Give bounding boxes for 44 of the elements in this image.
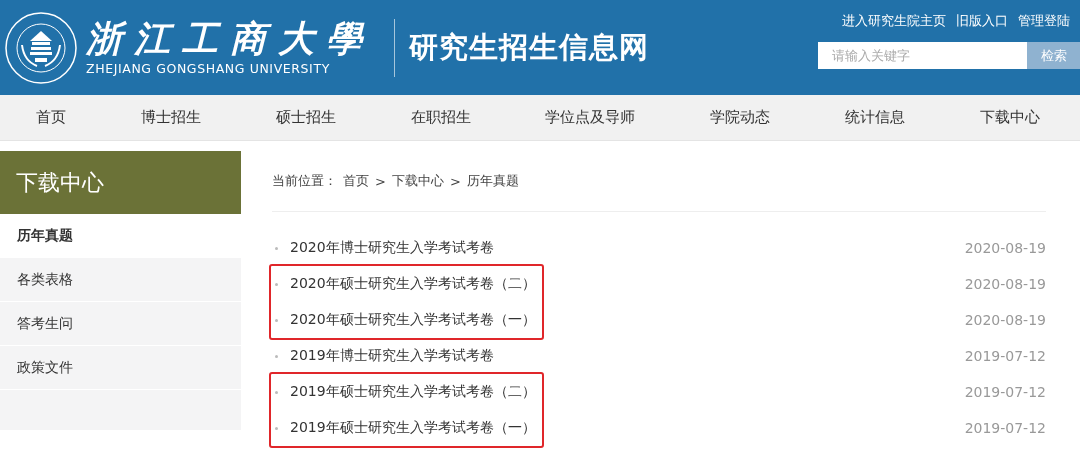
document-date: 2020-08-19 [964,276,1046,292]
document-link[interactable]: 2019年硕士研究生入学考试考卷（一） [290,419,536,437]
document-date: 2019-07-12 [964,420,1046,436]
breadcrumb-label: 当前位置： [272,172,337,190]
breadcrumb-link[interactable]: 首页 [343,172,369,190]
sidebar-title: 下载中心 [0,151,241,214]
nav-item[interactable]: 首页 [36,108,66,127]
bullet-icon [275,354,278,358]
sidebar-item[interactable]: 答考生问 [0,302,241,346]
document-link[interactable]: 2020年硕士研究生入学考试考卷（一） [290,311,536,329]
university-name: 浙江工商大學 [86,19,374,59]
bullet-icon [275,282,278,286]
search-field[interactable]: 请输入关键字 [818,42,1027,69]
breadcrumb-separator: > [375,173,386,189]
document-date: 2020-08-19 [964,312,1046,328]
document-date: 2019-07-12 [964,384,1046,400]
breadcrumb-separator: > [449,173,461,189]
document-link[interactable]: 2020年博士研究生入学考试考卷 [290,239,494,257]
document-date: 2019-07-12 [964,348,1046,364]
header-link[interactable]: 管理登陆 [1018,12,1070,30]
bullet-icon [275,318,278,322]
breadcrumb-link[interactable]: 下载中心 [391,172,444,190]
site-title: 研究生招生信息网 [409,28,649,66]
breadcrumb-link[interactable]: 历年真题 [466,172,519,190]
nav-item[interactable]: 统计信息 [845,108,906,127]
document-link[interactable]: 2019年博士研究生入学考试考卷 [290,347,494,365]
header-link[interactable]: 旧版入口 [956,12,1008,30]
header-link[interactable]: 进入研究生院主页 [842,12,946,30]
nav-item[interactable]: 硕士招生 [275,108,336,127]
sidebar-item[interactable]: 各类表格 [0,258,241,302]
nav-item[interactable]: 博士招生 [140,108,201,127]
nav-item[interactable]: 在职招生 [410,108,471,127]
document-link[interactable]: 2020年硕士研究生入学考试考卷（二） [290,275,536,293]
nav-item[interactable]: 学院动态 [710,108,771,127]
nav-item[interactable]: 学位点及导师 [545,108,636,127]
document-link[interactable]: 2019年硕士研究生入学考试考卷（二） [290,383,536,401]
bullet-icon [275,426,278,430]
bullet-icon [275,390,278,394]
university-english-name: ZHEJIANG GONGSHANG UNIVERSITY [86,60,330,76]
university-emblem-icon [4,10,78,85]
bullet-icon [275,246,278,250]
nav-item[interactable]: 下载中心 [979,108,1040,127]
sidebar-item[interactable]: 政策文件 [0,346,241,390]
document-date: 2020-08-19 [964,240,1046,256]
